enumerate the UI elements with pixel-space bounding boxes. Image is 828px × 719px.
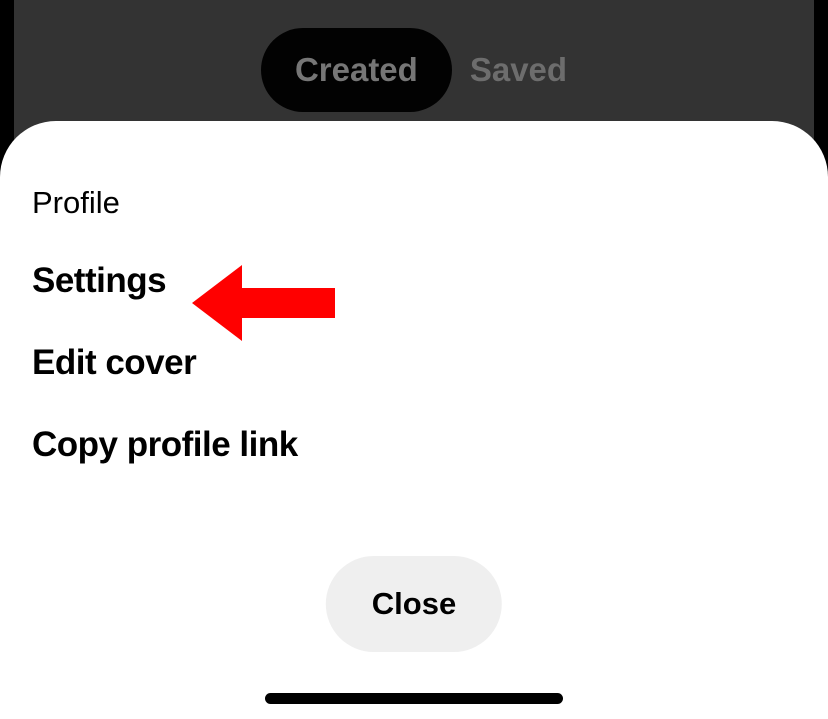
close-button-label: Close	[372, 586, 456, 621]
tab-saved-label: Saved	[470, 51, 567, 88]
tab-created-label: Created	[295, 51, 418, 88]
close-button[interactable]: Close	[326, 556, 502, 652]
menu-item-settings[interactable]: Settings	[32, 261, 166, 301]
tab-saved[interactable]: Saved	[470, 51, 567, 89]
menu-item-edit-cover[interactable]: Edit cover	[32, 343, 828, 383]
sheet-header: Profile	[32, 185, 828, 221]
home-indicator[interactable]	[265, 693, 563, 704]
menu-item-copy-profile-link[interactable]: Copy profile link	[32, 425, 828, 465]
bottom-sheet: Profile Settings Edit cover Copy profile…	[0, 121, 828, 719]
tab-created[interactable]: Created	[261, 28, 452, 112]
dimmed-tabs-area: Created Saved	[14, 0, 814, 140]
